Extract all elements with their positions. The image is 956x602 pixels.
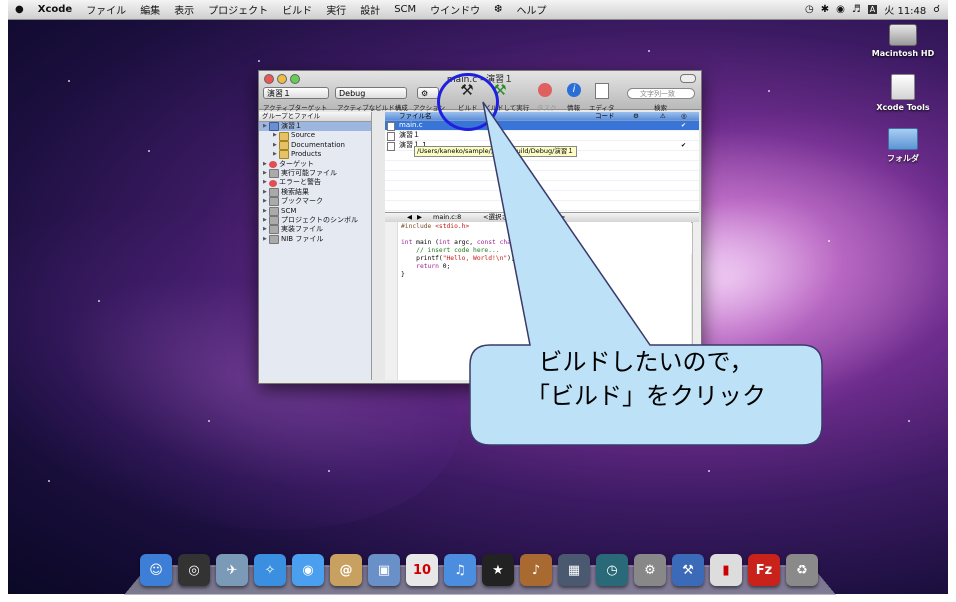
iphoto-icon[interactable]: ▣	[368, 554, 400, 586]
filezilla-icon[interactable]: Fz	[748, 554, 780, 586]
callout-line-1: ビルドしたいので，	[538, 348, 754, 376]
callout-balloon	[469, 101, 823, 446]
finder-icon[interactable]: ☺	[140, 554, 172, 586]
ichat-icon[interactable]: ◉	[292, 554, 324, 586]
system-preferences-icon[interactable]: ⚙	[634, 554, 666, 586]
time-machine-icon[interactable]: ◷	[596, 554, 628, 586]
dock: ☺ ◎ ✈ ✧ ◉ @ ▣ 10 ♫ ★ ♪ ▦ ◷ ⚙ ⚒ ▮ Fz ♻	[140, 546, 820, 586]
address-book-icon[interactable]: @	[330, 554, 362, 586]
itunes-icon[interactable]: ♫	[444, 554, 476, 586]
imovie-icon[interactable]: ★	[482, 554, 514, 586]
garageband-icon[interactable]: ♪	[520, 554, 552, 586]
xcode-icon[interactable]: ⚒	[672, 554, 704, 586]
safari-icon[interactable]: ✧	[254, 554, 286, 586]
dashboard-icon[interactable]: ◎	[178, 554, 210, 586]
document-icon[interactable]: ▮	[710, 554, 742, 586]
callout-text: ビルドしたいので， 「ビルド」をクリック	[470, 345, 822, 413]
spaces-icon[interactable]: ▦	[558, 554, 590, 586]
trash-icon[interactable]: ♻	[786, 554, 818, 586]
callout-line-2: 「ビルド」をクリック	[526, 382, 766, 410]
ical-icon[interactable]: 10	[406, 554, 438, 586]
mail-icon[interactable]: ✈	[216, 554, 248, 586]
